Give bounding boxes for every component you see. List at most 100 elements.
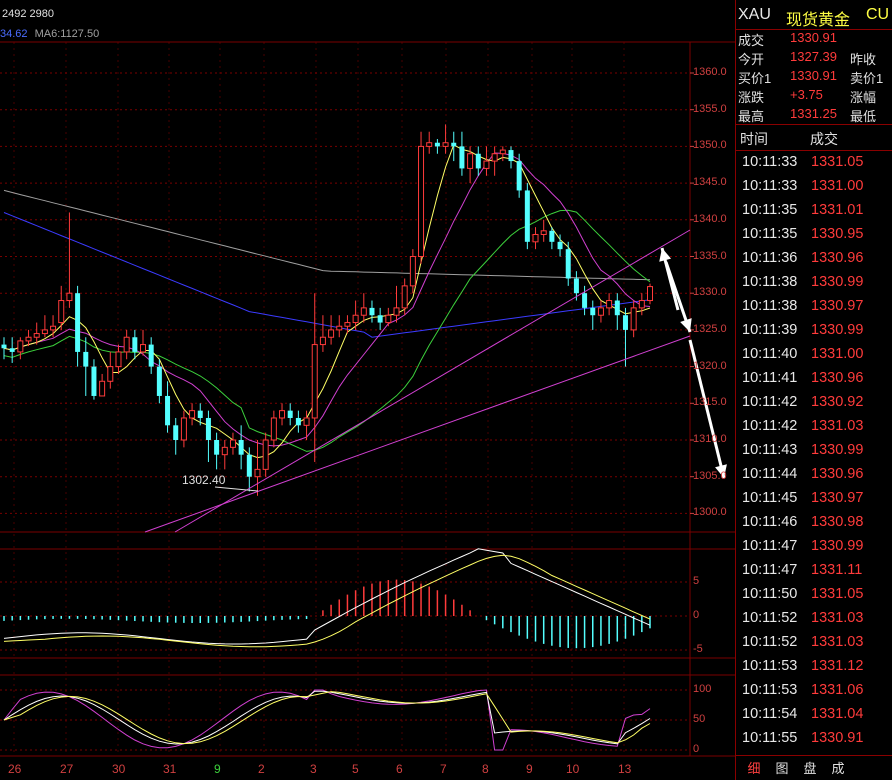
trade-row[interactable]: 10:11:54 1331.04 xyxy=(736,706,892,730)
trade-row[interactable]: 10:11:38 1330.97 xyxy=(736,298,892,322)
trade-time: 10:11:35 xyxy=(742,226,798,242)
trade-time: 10:11:55 xyxy=(742,730,798,746)
trendline-lower xyxy=(144,335,691,533)
trade-row[interactable]: 10:11:43 1330.99 xyxy=(736,442,892,466)
trade-row[interactable]: 10:11:46 1330.98 xyxy=(736,514,892,538)
candle-body-up xyxy=(393,307,400,316)
trade-time: 10:11:45 xyxy=(742,490,798,506)
date-tick-label: 27 xyxy=(60,762,74,776)
date-tick-label: 2 xyxy=(258,762,265,776)
candle-body-up xyxy=(115,351,122,368)
symbol-header: XAU 现货黄金 CU xyxy=(736,6,892,30)
trade-row[interactable]: 10:11:55 1330.91 xyxy=(736,730,892,754)
tab-detail[interactable]: 细 xyxy=(744,758,764,777)
quote-label-secondary: 昨收 xyxy=(850,52,877,67)
quote-label-secondary: 最低 xyxy=(850,109,877,124)
candle-body-up xyxy=(352,314,359,324)
trade-time: 10:11:33 xyxy=(742,178,798,194)
trade-time: 10:11:46 xyxy=(742,514,798,530)
macd-tick-label: 0 xyxy=(693,609,700,621)
candle-body-up xyxy=(33,333,40,338)
candle-body-up xyxy=(58,300,65,324)
date-tick-label: 9 xyxy=(526,762,533,776)
trade-row[interactable]: 10:11:40 1331.00 xyxy=(736,346,892,370)
trade-row[interactable]: 10:11:33 1331.05 xyxy=(736,154,892,178)
candle-body-up xyxy=(50,325,57,331)
trade-row[interactable]: 10:11:41 1330.96 xyxy=(736,370,892,394)
candle-body-down xyxy=(173,425,179,440)
candle-body-up xyxy=(344,322,351,327)
trade-time: 10:11:54 xyxy=(742,706,798,722)
candle-body-down xyxy=(622,315,628,330)
date-tick-label: 9 xyxy=(214,762,221,776)
trade-row[interactable]: 10:11:42 1330.92 xyxy=(736,394,892,418)
trade-row[interactable]: 10:11:36 1330.96 xyxy=(736,250,892,274)
tab-chart[interactable]: 图 xyxy=(772,758,792,777)
trade-row[interactable]: 10:11:33 1331.00 xyxy=(736,178,892,202)
ma-green-line xyxy=(3,209,651,452)
trade-time: 10:11:41 xyxy=(742,370,798,386)
date-tick-label: 13 xyxy=(618,762,632,776)
candle-body-up xyxy=(221,446,228,456)
tab-orderbook[interactable]: 盘 xyxy=(800,758,820,777)
candle-body-down xyxy=(590,307,596,316)
candle-body-up xyxy=(467,153,474,169)
trade-price: 1331.11 xyxy=(811,562,863,578)
candle-body-down xyxy=(565,249,571,279)
trade-row[interactable]: 10:11:35 1331.01 xyxy=(736,202,892,226)
trade-row[interactable]: 10:11:50 1331.05 xyxy=(736,586,892,610)
symbol-code-partial: CU xyxy=(866,6,890,23)
candle-body-up xyxy=(499,149,506,155)
trade-row[interactable]: 10:11:45 1330.97 xyxy=(736,490,892,514)
trendline-upper xyxy=(174,229,691,533)
candle-body-up xyxy=(401,285,408,309)
candle-body-up xyxy=(311,344,318,419)
candle-body-down xyxy=(459,146,465,169)
trade-time: 10:11:42 xyxy=(742,394,798,410)
candle-body-down xyxy=(549,230,555,242)
trade-row[interactable]: 10:11:53 1331.06 xyxy=(736,682,892,706)
quote-value: 1330.91 xyxy=(790,30,837,45)
candle-body-down xyxy=(214,440,220,455)
trade-row[interactable]: 10:11:39 1330.99 xyxy=(736,322,892,346)
trades-header: 时间 成交 xyxy=(736,129,892,149)
trade-row[interactable]: 10:11:35 1330.95 xyxy=(736,226,892,250)
trade-price: 1330.97 xyxy=(811,298,864,314)
candle-body-down xyxy=(246,454,252,477)
price-tick-label: 1315.0 xyxy=(693,396,727,409)
trade-row[interactable]: 10:11:44 1330.96 xyxy=(736,466,892,490)
trade-price: 1330.99 xyxy=(811,538,864,554)
trade-row[interactable]: 10:11:52 1331.03 xyxy=(736,610,892,634)
candle-body-up xyxy=(66,292,73,302)
candle-body-up xyxy=(491,153,498,162)
trade-price: 1331.00 xyxy=(811,346,864,362)
trade-time: 10:11:52 xyxy=(742,634,798,650)
date-tick-label: 10 xyxy=(566,762,580,776)
candle-body-up xyxy=(630,307,637,331)
trade-row[interactable]: 10:11:42 1331.03 xyxy=(736,418,892,442)
candle-body-up xyxy=(638,300,645,309)
trade-price: 1331.03 xyxy=(811,634,864,650)
trade-time: 10:11:53 xyxy=(742,682,798,698)
price-tick-label: 1300.0 xyxy=(693,506,727,519)
candle-body-down xyxy=(132,337,138,352)
quote-value: 1331.25 xyxy=(790,106,837,121)
quote-label: 成交 xyxy=(738,33,765,48)
price-tick-label: 1310.0 xyxy=(693,433,727,445)
candle-body-down xyxy=(238,440,244,455)
low-price-annotation: 1302.40 xyxy=(182,473,226,487)
trade-row[interactable]: 10:11:53 1331.12 xyxy=(736,658,892,682)
trade-row[interactable]: 10:11:38 1330.99 xyxy=(736,274,892,298)
trade-price: 1331.04 xyxy=(811,706,864,722)
tab-trades[interactable]: 成 xyxy=(828,758,848,777)
trade-row[interactable]: 10:11:47 1331.11 xyxy=(736,562,892,586)
candle-body-down xyxy=(508,150,514,162)
trade-row[interactable]: 10:11:47 1330.99 xyxy=(736,538,892,562)
chart-area[interactable] xyxy=(0,0,736,780)
price-tick-label: 1320.0 xyxy=(693,359,727,372)
trade-row[interactable]: 10:11:52 1331.03 xyxy=(736,634,892,658)
date-tick-label: 8 xyxy=(482,762,489,776)
candle-body-up xyxy=(647,286,653,302)
quote-value: +3.75 xyxy=(790,87,823,102)
candle-body-up xyxy=(385,314,392,324)
